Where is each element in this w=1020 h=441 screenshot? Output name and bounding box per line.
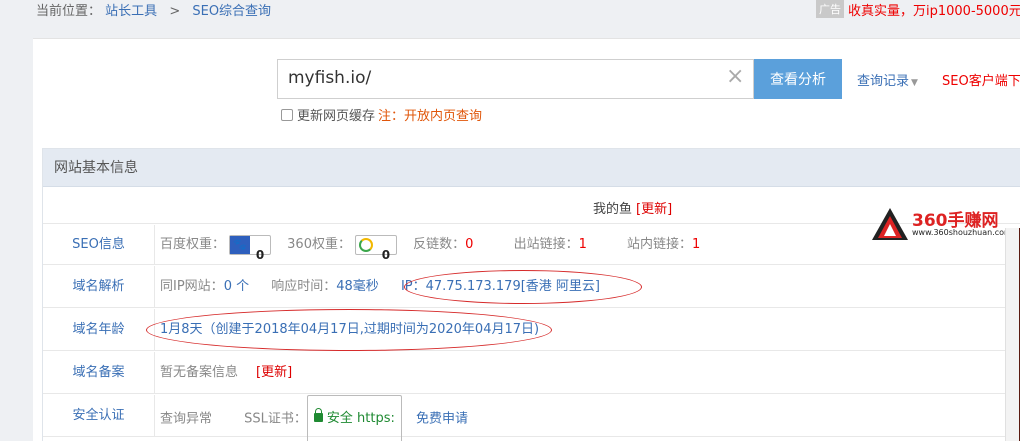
- ssl-badge-text: 安全 https:: [326, 411, 395, 426]
- icp-row: 域名备案 暂无备案信息 [更新]: [43, 352, 1020, 394]
- search-input-value: myfish.io/: [288, 68, 372, 88]
- baidu-weight-badge[interactable]: 🐾0: [229, 234, 272, 262]
- seo-info-content: 百度权重： 🐾0 360权重：0 反链数：0 出站链接：1 站内链接：1: [160, 225, 700, 264]
- refresh-cache-checkbox[interactable]: [281, 109, 293, 121]
- refresh-cache-label[interactable]: 更新网页缓存: [297, 109, 375, 124]
- same-ip-value[interactable]: 0 个: [224, 279, 249, 294]
- site-name: 我的鱼 [更新]: [593, 198, 672, 217]
- baidu-weight-value: 0: [255, 247, 265, 262]
- domain-age-label[interactable]: 域名年龄: [43, 309, 155, 350]
- backlinks-label: 反链数：: [413, 237, 466, 252]
- query-history-label: 查询记录: [857, 74, 910, 89]
- icp-value: 暂无备案信息: [160, 365, 239, 380]
- site-name-refresh-link[interactable]: [更新]: [636, 202, 672, 217]
- ad-text[interactable]: 收真实量，万ip1000-5000元: [848, 4, 1020, 19]
- security-row: 安全认证 查询异常 SSL证书： 安全 https: 免费申请: [43, 395, 1020, 441]
- domain-age-row: 域名年龄 1月8天（创建于2018年04月17日,过期时间为2020年04月17…: [43, 309, 1020, 351]
- icp-content: 暂无备案信息 [更新]: [160, 352, 292, 393]
- seo-client-link[interactable]: SEO客户端下: [942, 70, 1020, 89]
- response-time-value: 48毫秒: [336, 279, 379, 294]
- watermark: 360手赚网 www.360shouzhuan.com: [868, 204, 1018, 244]
- breadcrumb-prefix: 当前位置：: [36, 4, 102, 19]
- inlinks-value[interactable]: 1: [692, 237, 700, 252]
- breadcrumb-link-seo[interactable]: SEO综合查询: [192, 4, 271, 19]
- analyze-button[interactable]: 查看分析: [754, 59, 842, 99]
- side-scrollbar[interactable]: [1005, 228, 1020, 441]
- so360-logo-icon: [356, 236, 376, 254]
- ssl-badge[interactable]: 安全 https:: [306, 395, 402, 441]
- breadcrumb-separator: >: [169, 4, 181, 19]
- breadcrumb-link-tools[interactable]: 站长工具: [105, 4, 157, 19]
- security-label[interactable]: 安全认证: [43, 395, 155, 436]
- response-time-label: 响应时间：: [271, 279, 337, 294]
- dns-label[interactable]: 域名解析: [43, 266, 155, 307]
- ip-address[interactable]: IP：47.75.173.179[香港 阿里云]: [401, 279, 600, 294]
- site-info-table: 网站基本信息 我的鱼 [更新] SEO信息 百度权重： 🐾0 360权重：0 反链数…: [42, 148, 1020, 441]
- breadcrumb: 当前位置： 站长工具 > SEO综合查询: [36, 0, 271, 19]
- lock-icon: [313, 408, 323, 422]
- watermark-logo-icon: [872, 208, 908, 240]
- security-status: 查询异常: [160, 411, 213, 427]
- watermark-url: www.360shouzhuan.com: [912, 228, 1012, 237]
- seo-info-label[interactable]: SEO信息: [43, 225, 155, 264]
- domain-age-value: 1月8天（创建于2018年04月17日,过期时间为2020年04月17日): [160, 322, 540, 337]
- cache-option-row: 更新网页缓存 注：开放内页查询: [281, 105, 482, 124]
- icp-refresh-link[interactable]: [更新]: [256, 365, 292, 380]
- baidu-paw-icon: 🐾: [230, 235, 251, 254]
- same-ip-label: 同IP网站：: [160, 279, 224, 294]
- free-apply-link[interactable]: 免费申请: [416, 412, 468, 427]
- backlinks-value[interactable]: 0: [465, 237, 473, 252]
- dns-content: 同IP网站：0 个 响应时间：48毫秒 IP：47.75.173.179[香港 …: [160, 266, 600, 307]
- site-name-text: 我的鱼: [593, 202, 633, 217]
- clear-icon[interactable]: ×: [726, 64, 744, 89]
- inlinks-label: 站内链接：: [627, 237, 693, 252]
- top-bar: 当前位置： 站长工具 > SEO综合查询 广告 收真实量，万ip1000-5000…: [0, 0, 1020, 22]
- chevron-down-icon: ▼: [911, 78, 918, 88]
- security-content: 查询异常 SSL证书： 安全 https: 免费申请: [160, 395, 468, 441]
- outlinks-label: 出站链接：: [513, 237, 579, 252]
- ad-banner[interactable]: 广告 收真实量，万ip1000-5000元: [816, 0, 1020, 19]
- domain-age-content: 1月8天（创建于2018年04月17日,过期时间为2020年04月17日): [160, 309, 539, 350]
- baidu-weight-label: 百度权重：: [160, 237, 226, 252]
- query-history-dropdown[interactable]: 查询记录 ▼: [857, 70, 918, 89]
- dns-row: 域名解析 同IP网站：0 个 响应时间：48毫秒 IP：47.75.173.17…: [43, 266, 1020, 308]
- s360-weight-label: 360权重：: [287, 237, 351, 252]
- ad-tag: 广告: [816, 0, 844, 18]
- section-title: 网站基本信息: [43, 149, 1020, 187]
- icp-label[interactable]: 域名备案: [43, 352, 155, 393]
- outlinks-value[interactable]: 1: [579, 237, 587, 252]
- cache-note: 注：开放内页查询: [378, 109, 483, 124]
- search-input[interactable]: myfish.io/ ×: [277, 59, 754, 99]
- s360-weight-value: 0: [381, 247, 391, 262]
- s360-weight-badge[interactable]: 0: [354, 234, 397, 262]
- ssl-label: SSL证书：: [244, 411, 307, 427]
